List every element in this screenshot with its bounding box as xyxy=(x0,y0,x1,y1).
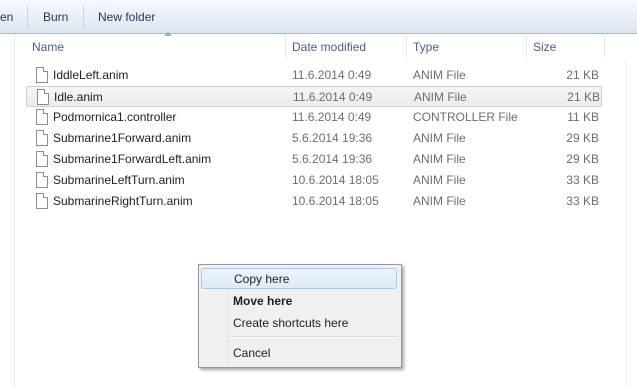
file-size: 11 KB xyxy=(567,110,599,124)
sort-ascending-icon xyxy=(164,32,172,36)
menu-item-label: Cancel xyxy=(233,346,271,360)
toolbar-separator xyxy=(83,6,84,28)
file-type: ANIM File xyxy=(413,194,466,208)
column-divider[interactable] xyxy=(406,35,407,58)
toolbar-button-open[interactable]: en xyxy=(0,10,13,24)
file-size: 21 KB xyxy=(567,90,600,104)
menu-separator-highlight xyxy=(229,337,397,338)
pane-divider[interactable] xyxy=(14,34,15,387)
file-date: 10.6.2014 18:05 xyxy=(292,173,379,187)
column-header-date[interactable]: Date modified xyxy=(292,40,366,54)
file-type: ANIM File xyxy=(413,68,466,82)
file-size: 29 KB xyxy=(566,131,599,145)
column-header-type[interactable]: Type xyxy=(413,40,439,54)
file-name: Submarine1ForwardLeft.anim xyxy=(53,152,212,166)
toolbar-button-new-folder[interactable]: New folder xyxy=(98,10,155,24)
file-row[interactable]: SubmarineRightTurn.anim 10.6.2014 18:05 … xyxy=(26,191,602,211)
file-name: Podmornica1.controller xyxy=(53,110,177,124)
menu-item-move-here[interactable]: Move here xyxy=(201,290,397,311)
file-icon xyxy=(36,151,48,167)
file-icon xyxy=(36,130,48,146)
file-size: 33 KB xyxy=(566,173,599,187)
file-row[interactable]: IddleLeft.anim 11.6.2014 0:49 ANIM File … xyxy=(26,65,602,85)
file-row[interactable]: Submarine1Forward.anim 5.6.2014 19:36 AN… xyxy=(26,128,602,148)
file-size: 29 KB xyxy=(566,152,599,166)
file-date: 11.6.2014 0:49 xyxy=(292,68,372,82)
file-type: CONTROLLER File xyxy=(413,110,518,124)
menu-item-label: Move here xyxy=(233,294,293,308)
file-size: 33 KB xyxy=(566,194,599,208)
toolbar-separator xyxy=(27,6,28,28)
column-header-bar: Name Date modified Type Size xyxy=(15,32,637,59)
file-size: 21 KB xyxy=(566,68,599,82)
toolbar-button-burn[interactable]: Burn xyxy=(43,10,68,24)
navigation-pane-edge xyxy=(0,34,14,387)
file-type: ANIM File xyxy=(413,173,466,187)
file-date: 11.6.2014 0:49 xyxy=(293,90,373,104)
file-date: 5.6.2014 19:36 xyxy=(292,152,373,166)
file-row-selected[interactable]: Idle.anim 11.6.2014 0:49 ANIM File 21 KB xyxy=(26,86,602,107)
file-row[interactable]: Submarine1ForwardLeft.anim 5.6.2014 19:3… xyxy=(26,149,602,169)
menu-item-create-shortcuts-here[interactable]: Create shortcuts here xyxy=(201,312,397,333)
drag-drop-context-menu: Copy here Move here Create shortcuts her… xyxy=(198,264,402,368)
menu-item-label: Copy here xyxy=(234,272,290,286)
menu-item-label: Create shortcuts here xyxy=(233,316,349,330)
column-divider[interactable] xyxy=(526,35,527,58)
column-divider[interactable] xyxy=(285,35,286,58)
file-date: 10.6.2014 18:05 xyxy=(292,194,379,208)
file-icon xyxy=(36,193,48,209)
file-name: SubmarineRightTurn.anim xyxy=(53,194,193,208)
file-icon xyxy=(36,67,48,83)
file-type: ANIM File xyxy=(413,152,466,166)
file-row[interactable]: Podmornica1.controller 11.6.2014 0:49 CO… xyxy=(26,107,602,127)
file-icon xyxy=(36,109,48,125)
right-edge xyxy=(626,34,637,387)
file-row[interactable]: SubmarineLeftTurn.anim 10.6.2014 18:05 A… xyxy=(26,170,602,190)
column-header-size[interactable]: Size xyxy=(533,40,556,54)
menu-item-copy-here[interactable]: Copy here xyxy=(201,268,397,289)
file-type: ANIM File xyxy=(414,90,467,104)
file-type: ANIM File xyxy=(413,131,466,145)
command-bar: en Burn New folder xyxy=(0,0,637,34)
file-date: 5.6.2014 19:36 xyxy=(292,131,373,145)
file-icon xyxy=(37,89,49,105)
file-name: Submarine1Forward.anim xyxy=(53,131,192,145)
file-name: SubmarineLeftTurn.anim xyxy=(53,173,185,187)
file-date: 11.6.2014 0:49 xyxy=(292,110,372,124)
file-icon xyxy=(36,172,48,188)
file-name: Idle.anim xyxy=(54,90,103,104)
file-name: IddleLeft.anim xyxy=(53,68,129,82)
column-divider[interactable] xyxy=(604,35,605,58)
column-header-name[interactable]: Name xyxy=(32,40,64,54)
menu-item-cancel[interactable]: Cancel xyxy=(201,342,397,363)
